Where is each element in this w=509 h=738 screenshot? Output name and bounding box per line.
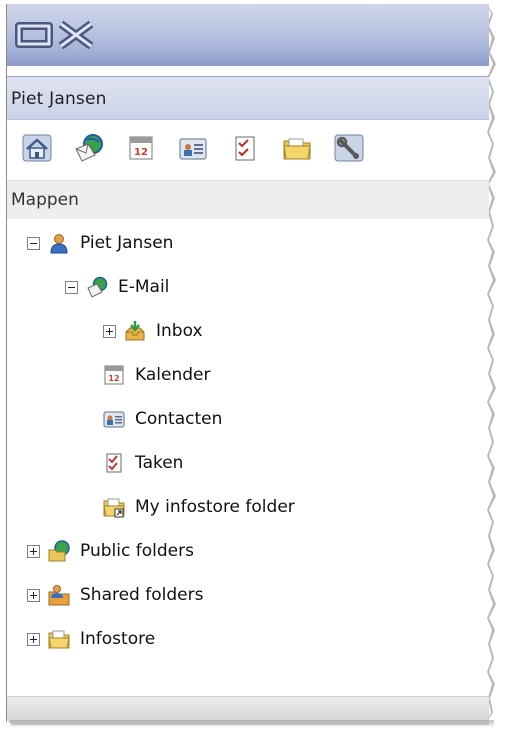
tree-node-label: My infostore folder xyxy=(135,497,295,517)
infostore-icon xyxy=(283,138,311,160)
contacts-icon xyxy=(179,138,207,160)
tree-node-contacts[interactable]: Contacten xyxy=(103,404,222,434)
expand-toggle[interactable] xyxy=(27,544,40,558)
calendar-icon: 12 xyxy=(104,365,124,385)
home-button[interactable] xyxy=(21,128,73,168)
tree-node-inbox[interactable]: Inbox xyxy=(103,316,203,346)
tasks-icon xyxy=(106,453,122,473)
shared-folder-icon xyxy=(48,585,70,606)
inbox-icon xyxy=(125,321,145,341)
expand-toggle[interactable] xyxy=(103,324,116,338)
contacts-icon xyxy=(103,411,125,428)
home-icon xyxy=(22,134,52,162)
email-icon xyxy=(75,134,103,162)
settings-button[interactable] xyxy=(333,128,385,168)
user-bar: Piet Jansen xyxy=(7,76,489,120)
folders-section-title: Mappen xyxy=(11,190,79,210)
folder-window: Piet Jansen 12 Mappen Piet Jansen E-Mail… xyxy=(6,4,496,725)
ox-logo xyxy=(15,20,94,50)
tree-node-label: Contacten xyxy=(135,409,223,429)
tree-node-email[interactable]: E-Mail xyxy=(65,272,169,302)
infostore-icon xyxy=(48,630,70,649)
infostore-folder-icon xyxy=(103,498,125,518)
tree-node-label: E-Mail xyxy=(118,277,170,297)
tree-node-tasks[interactable]: Taken xyxy=(103,448,183,478)
tree-node-label: Kalender xyxy=(135,365,211,385)
expand-toggle[interactable] xyxy=(27,588,40,602)
email-icon xyxy=(87,276,108,298)
app-header xyxy=(7,4,489,66)
tree-node-my-infostore[interactable]: My infostore folder xyxy=(103,492,295,522)
user-name: Piet Jansen xyxy=(11,89,107,109)
tree-node-label: Inbox xyxy=(156,321,203,341)
tree-node-user-root[interactable]: Piet Jansen xyxy=(27,228,173,258)
svg-text:12: 12 xyxy=(108,374,119,383)
tree-node-public-folders[interactable]: Public folders xyxy=(27,536,194,566)
public-folder-icon xyxy=(48,540,70,562)
calendar-button[interactable]: 12 xyxy=(125,128,177,168)
infostore-button[interactable] xyxy=(281,128,333,168)
expand-toggle[interactable] xyxy=(27,632,40,646)
tasks-button[interactable] xyxy=(229,128,281,168)
user-icon xyxy=(50,234,68,254)
tree-node-label: Piet Jansen xyxy=(80,233,174,253)
collapse-toggle[interactable] xyxy=(65,280,78,294)
tasks-icon xyxy=(235,136,255,161)
tree-node-label: Infostore xyxy=(80,629,156,649)
tree-node-label: Taken xyxy=(135,453,184,473)
tree-node-shared-folders[interactable]: Shared folders xyxy=(27,580,203,610)
tree-node-label: Public folders xyxy=(80,541,194,561)
tree-node-infostore[interactable]: Infostore xyxy=(27,624,155,654)
torn-edge-decoration xyxy=(487,4,496,722)
tree-node-calendar[interactable]: 12 Kalender xyxy=(103,360,210,390)
settings-icon xyxy=(334,134,364,162)
tree-node-label: Shared folders xyxy=(80,585,204,605)
calendar-icon: 12 xyxy=(129,136,153,160)
window-shadow xyxy=(10,720,494,728)
contacts-button[interactable] xyxy=(177,128,229,168)
folders-section-header: Mappen xyxy=(7,180,489,219)
collapse-toggle[interactable] xyxy=(27,236,40,250)
module-toolbar: 12 xyxy=(21,128,385,172)
email-button[interactable] xyxy=(73,128,125,168)
svg-text:12: 12 xyxy=(134,147,148,158)
